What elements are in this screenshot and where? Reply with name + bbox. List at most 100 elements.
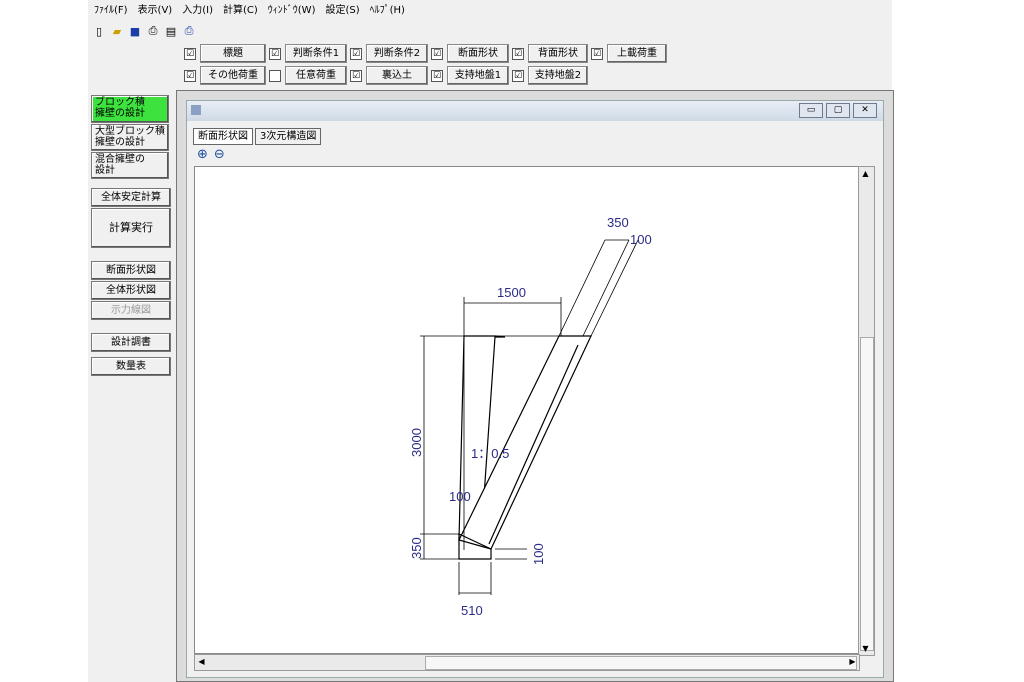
check-judge1[interactable]: ☑ 判断条件1 xyxy=(269,44,347,63)
horizontal-scrollbar[interactable]: ◀ ▶ xyxy=(194,654,860,671)
horizontal-scroll-thumb[interactable] xyxy=(425,656,857,670)
checkbox[interactable]: ☑ xyxy=(512,47,524,60)
print-preview-icon[interactable]: ▤ xyxy=(164,24,178,38)
check-back-shape[interactable]: ☑ 背面形状 xyxy=(512,44,588,63)
dim-horizontal: 1500 xyxy=(497,285,526,300)
any-load-button[interactable]: 任意荷重 xyxy=(285,66,347,85)
open-folder-icon[interactable]: ▰ xyxy=(110,24,124,38)
large-block-wall-button[interactable]: 大型ブロック積 擁壁の設計 xyxy=(91,124,169,151)
check-ground2[interactable]: ☑ 支持地盤2 xyxy=(512,66,588,85)
menu-calc[interactable]: 計算(C) xyxy=(223,2,258,20)
overall-drawing-button[interactable]: 全体形状図 xyxy=(91,281,171,300)
menu-settings[interactable]: 設定(S) xyxy=(325,2,359,20)
new-file-icon[interactable]: ▯ xyxy=(92,24,106,38)
scroll-left-icon[interactable]: ◀ xyxy=(195,655,208,668)
surcharge-button[interactable]: 上載荷重 xyxy=(607,44,667,63)
section-drawing-button[interactable]: 断面形状図 xyxy=(91,261,171,280)
menu-view[interactable]: 表示(V) xyxy=(138,2,173,20)
minimize-icon[interactable]: ▭ xyxy=(799,103,823,118)
scroll-up-icon[interactable]: ▲ xyxy=(859,167,872,180)
check-judge2[interactable]: ☑ 判断条件2 xyxy=(350,44,428,63)
mixed-wall-button[interactable]: 混合擁壁の 設計 xyxy=(91,152,169,179)
dim-back: 100 xyxy=(449,489,471,504)
check-title[interactable]: ☑ 標題 xyxy=(184,44,266,63)
application-window: ﾌｧｲﾙ(F) 表示(V) 入力(I) 計算(C) ｳｨﾝﾄﾞｳ(W) 設定(S… xyxy=(88,0,894,682)
mixed-wall-label: 混合擁壁の 設計 xyxy=(95,154,145,176)
design-report-button[interactable]: 設計調書 xyxy=(91,333,171,352)
check-row-2: ☑ その他荷重 任意荷重 ☑ 裏込土 ☑ 支持地盤1 ☑ 支持地盤2 xyxy=(184,66,591,85)
scroll-down-icon[interactable]: ▼ xyxy=(859,642,872,655)
checkbox[interactable]: ☑ xyxy=(184,47,196,60)
menu-file[interactable]: ﾌｧｲﾙ(F) xyxy=(94,2,128,20)
save-icon[interactable]: ■ xyxy=(128,24,142,38)
block-wall-design-button[interactable]: ブロック積 擁壁の設計 xyxy=(91,95,169,123)
run-calculation-button[interactable]: 計算実行 xyxy=(91,208,171,248)
drawing-canvas[interactable]: 350 100 1500 3000 1：0.5 100 350 100 510 xyxy=(194,166,860,654)
dim-height: 3000 xyxy=(409,428,424,457)
vertical-scrollbar[interactable]: ▲ ▼ xyxy=(858,166,875,656)
judge1-button[interactable]: 判断条件1 xyxy=(285,44,347,63)
menu-help[interactable]: ﾍﾙﾌﾟ(H) xyxy=(370,2,405,20)
printer-setup-icon[interactable]: ⎙ xyxy=(182,24,196,38)
dim-top-ext3 xyxy=(582,239,630,337)
judge2-button[interactable]: 判断条件2 xyxy=(366,44,428,63)
window-titlebar: ▭ ▢ ✕ xyxy=(187,101,883,121)
section-drawing: 350 100 1500 3000 1：0.5 100 350 100 510 xyxy=(409,215,652,618)
menu-bar: ﾌｧｲﾙ(F) 表示(V) 入力(I) 計算(C) ｳｨﾝﾄﾞｳ(W) 設定(S… xyxy=(88,2,405,20)
menu-window[interactable]: ｳｨﾝﾄﾞｳ(W) xyxy=(268,2,316,20)
checkbox[interactable]: ☑ xyxy=(269,47,281,60)
checkbox[interactable]: ☑ xyxy=(350,69,362,82)
view-tabs: 断面形状図 3次元構造図 xyxy=(193,128,323,145)
dim-base-height: 350 xyxy=(409,537,424,559)
maximize-icon[interactable]: ▢ xyxy=(826,103,850,118)
window-icon xyxy=(191,105,201,115)
print-icon[interactable]: ⎙ xyxy=(146,24,160,38)
dim-top-offset: 100 xyxy=(630,232,652,247)
check-row-1: ☑ 標題 ☑ 判断条件1 ☑ 判断条件2 ☑ 断面形状 ☑ 背面形状 ☑ 上載荷重 xyxy=(184,44,670,63)
checkbox[interactable]: ☑ xyxy=(184,69,196,82)
close-icon[interactable]: ✕ xyxy=(853,103,877,118)
dim-base-width: 510 xyxy=(461,603,483,618)
checkbox[interactable]: ☑ xyxy=(431,47,443,60)
block-wall-design-label: ブロック積 擁壁の設計 xyxy=(95,97,145,119)
zoom-controls: ⊕ ⊖ xyxy=(197,147,225,162)
other-load-button[interactable]: その他荷重 xyxy=(200,66,266,85)
check-surcharge[interactable]: ☑ 上載荷重 xyxy=(591,44,667,63)
wall-outline xyxy=(458,335,592,550)
back-shape-button[interactable]: 背面形状 xyxy=(528,44,588,63)
vertical-scroll-thumb[interactable] xyxy=(860,337,874,651)
section-shape-button[interactable]: 断面形状 xyxy=(447,44,509,63)
dim-top-width: 350 xyxy=(607,215,629,230)
checkbox[interactable]: ☑ xyxy=(591,47,603,60)
mdi-area: ▭ ▢ ✕ 断面形状図 3次元構造図 ⊕ ⊖ 350 100 1500 3000… xyxy=(176,90,894,682)
menu-input[interactable]: 入力(I) xyxy=(182,2,213,20)
force-line-button[interactable]: 示力線図 xyxy=(91,301,171,320)
wall-inner-line xyxy=(488,344,579,545)
checkbox[interactable]: ☑ xyxy=(431,69,443,82)
ground1-button[interactable]: 支持地盤1 xyxy=(447,66,509,85)
tab-3d-structure[interactable]: 3次元構造図 xyxy=(255,128,322,145)
title-button[interactable]: 標題 xyxy=(200,44,266,63)
check-section-shape[interactable]: ☑ 断面形状 xyxy=(431,44,509,63)
check-ground1[interactable]: ☑ 支持地盤1 xyxy=(431,66,509,85)
dim-slope: 1：0.5 xyxy=(471,446,509,461)
backfill-button[interactable]: 裏込土 xyxy=(366,66,428,85)
dim-base-right: 100 xyxy=(531,543,546,565)
checkbox[interactable] xyxy=(269,69,281,82)
checkbox[interactable]: ☑ xyxy=(350,47,362,60)
large-block-wall-label: 大型ブロック積 擁壁の設計 xyxy=(95,126,165,148)
drawing-window: ▭ ▢ ✕ 断面形状図 3次元構造図 ⊕ ⊖ 350 100 1500 3000… xyxy=(186,100,884,678)
checkbox[interactable]: ☑ xyxy=(512,69,524,82)
overall-stability-button[interactable]: 全体安定計算 xyxy=(91,188,171,207)
tab-section-drawing[interactable]: 断面形状図 xyxy=(193,128,253,145)
window-controls: ▭ ▢ ✕ xyxy=(799,103,877,118)
toolbar: ▯ ▰ ■ ⎙ ▤ ⎙ xyxy=(92,22,196,40)
quantity-table-button[interactable]: 数量表 xyxy=(91,357,171,376)
ground2-button[interactable]: 支持地盤2 xyxy=(528,66,588,85)
zoom-in-icon[interactable]: ⊕ xyxy=(197,147,208,162)
check-backfill[interactable]: ☑ 裏込土 xyxy=(350,66,428,85)
check-any-load[interactable]: 任意荷重 xyxy=(269,66,347,85)
scroll-right-icon[interactable]: ▶ xyxy=(846,655,859,668)
zoom-out-icon[interactable]: ⊖ xyxy=(214,147,225,162)
check-other-load[interactable]: ☑ その他荷重 xyxy=(184,66,266,85)
